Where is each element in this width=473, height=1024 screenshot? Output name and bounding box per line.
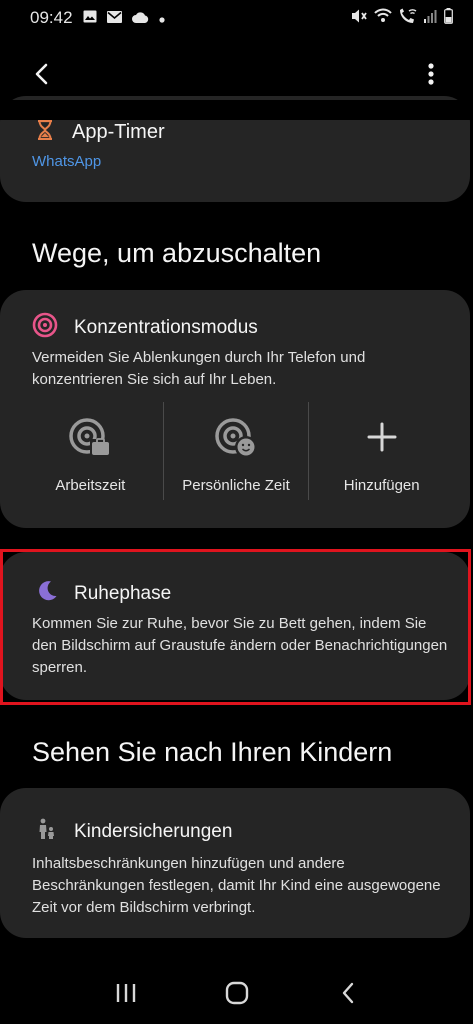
personal-time-label: Persönliche Zeit xyxy=(182,477,290,494)
focus-mode-actions: Arbeitszeit Persönliche Zeit Hinzufügen xyxy=(18,402,454,500)
parental-controls-title-row: Kindersicherungen xyxy=(38,818,232,845)
parental-controls-description: Inhaltsbeschränkungen hinzufügen und and… xyxy=(32,855,441,916)
recents-icon xyxy=(115,983,137,1008)
scroll-mask xyxy=(0,100,473,120)
back-icon xyxy=(341,982,355,1009)
work-time-label: Arbeitszeit xyxy=(55,477,126,494)
add-focus-mode-label: Hinzufügen xyxy=(343,477,420,494)
mute-icon xyxy=(350,8,368,29)
status-left: 09:42 xyxy=(30,8,165,28)
status-bar: 09:42 xyxy=(0,0,473,36)
wind-down-description: Kommen Sie zur Ruhe, bevor Sie zu Bett g… xyxy=(32,615,448,676)
navigation-bar xyxy=(0,966,473,1024)
section-title-disconnect: Wege, um abzuschalten xyxy=(32,238,322,268)
wifi-icon xyxy=(374,8,392,28)
cloud-icon xyxy=(131,8,149,28)
parental-controls-title: Kindersicherungen xyxy=(74,820,233,842)
work-time-button[interactable]: Arbeitszeit xyxy=(18,402,163,500)
moon-icon xyxy=(36,580,58,607)
parent-child-icon xyxy=(38,818,56,845)
home-button[interactable] xyxy=(212,975,262,1015)
image-icon xyxy=(83,8,97,28)
wind-down-title-row: Ruhephase xyxy=(36,580,171,607)
mail-icon xyxy=(106,8,122,28)
parental-controls-card[interactable]: Kindersicherungen Inhaltsbeschränkungen … xyxy=(0,788,470,938)
home-icon xyxy=(225,981,249,1010)
wind-down-title: Ruhephase xyxy=(74,582,172,604)
signal-icon xyxy=(424,8,438,28)
nav-back-button[interactable] xyxy=(323,975,373,1015)
target-icon xyxy=(32,312,58,343)
status-right xyxy=(350,7,453,29)
hourglass-icon xyxy=(36,119,54,145)
app-timer-subtitle: WhatsApp xyxy=(32,153,102,170)
personal-time-button[interactable]: Persönliche Zeit xyxy=(164,402,309,500)
focus-mode-card[interactable]: Konzentrationsmodus Vermeiden Sie Ablenk… xyxy=(0,290,470,528)
add-icon xyxy=(361,416,403,463)
dot-icon xyxy=(158,8,165,28)
back-button[interactable] xyxy=(22,56,62,96)
wind-down-card[interactable]: Ruhephase Kommen Sie zur Ruhe, bevor Sie… xyxy=(0,552,470,700)
app-timer-title: App-Timer xyxy=(72,121,165,143)
focus-mode-title-row: Konzentrationsmodus xyxy=(32,312,258,343)
wifi-call-icon xyxy=(398,8,418,29)
battery-icon xyxy=(444,7,453,29)
status-time: 09:42 xyxy=(30,8,73,27)
personal-focus-icon xyxy=(215,416,257,463)
more-vert-icon xyxy=(428,62,434,90)
add-focus-mode-button[interactable]: Hinzufügen xyxy=(309,402,454,500)
app-timer-title-row: App-Timer xyxy=(36,119,165,145)
screen: 09:42 App-Timer WhatsApp Wege, um abzusc… xyxy=(0,0,473,1024)
recents-button[interactable] xyxy=(101,975,151,1015)
back-arrow-icon xyxy=(34,63,50,90)
more-options-button[interactable] xyxy=(411,56,451,96)
section-title-children: Sehen Sie nach Ihren Kindern xyxy=(32,737,393,767)
focus-mode-title: Konzentrationsmodus xyxy=(74,316,258,338)
work-focus-icon xyxy=(69,416,111,463)
focus-mode-description: Vermeiden Sie Ablenkungen durch Ihr Tele… xyxy=(32,349,366,388)
